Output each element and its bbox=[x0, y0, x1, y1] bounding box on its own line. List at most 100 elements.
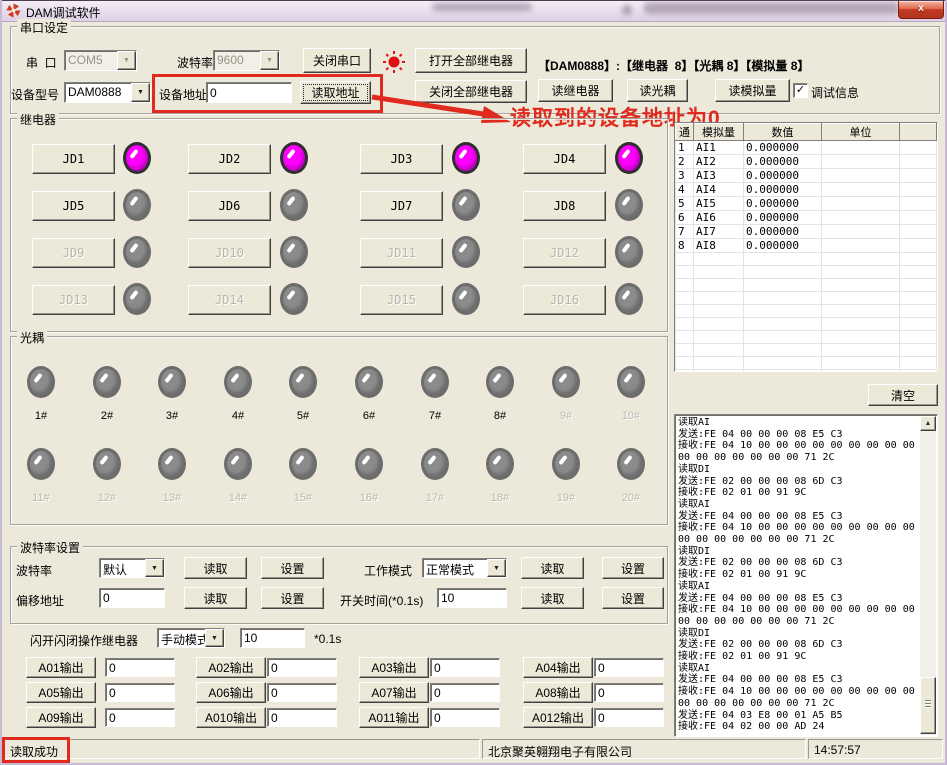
offset-address-label: 偏移地址 bbox=[16, 592, 64, 609]
output-button-a09[interactable]: A09输出 bbox=[26, 707, 96, 728]
close-icon: x bbox=[918, 3, 924, 14]
table-row bbox=[676, 331, 937, 344]
output-button-a010[interactable]: A010输出 bbox=[196, 707, 266, 728]
open-all-relays-button[interactable]: 打开全部继电器 bbox=[415, 48, 527, 73]
log-line: 接收:FE 04 10 00 00 00 00 00 00 00 00 00 bbox=[678, 604, 918, 616]
table-row bbox=[676, 292, 937, 305]
output-value-input-7[interactable] bbox=[430, 683, 500, 702]
chevron-down-icon: ▼ bbox=[131, 83, 150, 102]
opto-label-20#: 20# bbox=[606, 492, 656, 504]
opto-label-5#: 5# bbox=[278, 410, 328, 422]
table-header: 模拟量 bbox=[694, 124, 744, 141]
device-address-label: 设备地址 bbox=[159, 86, 207, 103]
output-value-input-2[interactable] bbox=[267, 658, 337, 677]
switch-time-set-button[interactable]: 设置 bbox=[602, 587, 664, 609]
relay-led-5 bbox=[123, 189, 151, 221]
output-button-a07[interactable]: A07输出 bbox=[359, 682, 429, 703]
read-opto-button[interactable]: 读光耦 bbox=[627, 79, 688, 102]
output-button-a03[interactable]: A03输出 bbox=[359, 657, 429, 678]
table-row: 8AI80.000000 bbox=[676, 239, 937, 253]
offset-address-input[interactable] bbox=[99, 588, 165, 608]
switch-time-read-button[interactable]: 读取 bbox=[521, 587, 584, 609]
offset-set-button[interactable]: 设置 bbox=[261, 587, 324, 609]
relay-led-14 bbox=[280, 283, 308, 315]
log-line: 接收:FE 04 10 00 00 00 00 00 00 00 00 00 bbox=[678, 440, 918, 452]
opto-led-4# bbox=[224, 366, 252, 398]
table-row bbox=[676, 344, 937, 357]
opto-led-20# bbox=[617, 448, 645, 480]
relay-button-jd2[interactable]: JD2 bbox=[188, 144, 271, 174]
log-line: 00 00 00 00 00 00 00 71 2C bbox=[678, 534, 918, 546]
read-address-button[interactable]: 读取地址 bbox=[300, 81, 371, 104]
log-scrollbar[interactable]: ▲ bbox=[920, 416, 936, 735]
clear-log-button[interactable]: 清空 bbox=[868, 384, 938, 406]
close-serial-button[interactable]: 关闭串口 bbox=[303, 48, 371, 73]
output-value-input-6[interactable] bbox=[267, 683, 337, 702]
work-mode-select[interactable]: 正常模式 ▼ bbox=[422, 558, 507, 578]
baud-setting-select[interactable]: 默认 ▼ bbox=[99, 558, 165, 578]
work-mode-read-button[interactable]: 读取 bbox=[521, 557, 584, 579]
relay-button-jd10: JD10 bbox=[188, 238, 271, 268]
flash-mode-select[interactable]: 手动模式 ▼ bbox=[157, 628, 225, 648]
relay-button-jd9: JD9 bbox=[32, 238, 115, 268]
opto-label-4#: 4# bbox=[213, 410, 263, 422]
read-relay-button[interactable]: 读继电器 bbox=[538, 79, 613, 102]
baud-read-button[interactable]: 读取 bbox=[184, 557, 247, 579]
flash-time-input[interactable] bbox=[240, 628, 305, 648]
offset-read-button[interactable]: 读取 bbox=[184, 587, 247, 609]
scroll-up-icon: ▲ bbox=[925, 420, 932, 427]
debug-info-checkbox[interactable]: ✓ bbox=[793, 83, 808, 98]
close-button[interactable]: x bbox=[898, 1, 944, 19]
output-value-input-5[interactable] bbox=[105, 683, 175, 702]
baudrate-select: 9600 ▼ bbox=[213, 50, 280, 71]
output-button-a05[interactable]: A05输出 bbox=[26, 682, 96, 703]
output-button-a02[interactable]: A02输出 bbox=[196, 657, 266, 678]
scroll-thumb[interactable] bbox=[920, 677, 936, 734]
output-button-a011[interactable]: A011输出 bbox=[359, 707, 429, 728]
output-button-a08[interactable]: A08输出 bbox=[523, 682, 593, 703]
log-line: 发送:FE 02 00 00 00 08 6D C3 bbox=[678, 557, 918, 569]
output-value-input-12[interactable] bbox=[594, 708, 664, 727]
output-value-input-8[interactable] bbox=[594, 683, 664, 702]
opto-led-8# bbox=[486, 366, 514, 398]
log-line: 读取DI bbox=[678, 628, 918, 640]
baud-settings-title: 波特率设置 bbox=[17, 539, 83, 556]
relay-button-jd4[interactable]: JD4 bbox=[523, 144, 606, 174]
model-select[interactable]: DAM0888 ▼ bbox=[64, 82, 151, 103]
work-mode-set-button[interactable]: 设置 bbox=[602, 557, 664, 579]
log-area[interactable]: 读取AI 发送:FE 04 00 00 00 08 E5 C3 接收:FE 04 1… bbox=[674, 414, 938, 737]
switch-time-input[interactable] bbox=[437, 588, 507, 608]
opto-led-13# bbox=[158, 448, 186, 480]
relay-button-jd5[interactable]: JD5 bbox=[32, 191, 115, 221]
relay-button-jd15: JD15 bbox=[360, 285, 443, 315]
relay-button-jd1[interactable]: JD1 bbox=[32, 144, 115, 174]
output-value-input-4[interactable] bbox=[594, 658, 664, 677]
device-address-input[interactable] bbox=[206, 82, 292, 103]
chevron-down-icon: ▼ bbox=[145, 559, 164, 577]
log-line: 接收:FE 04 10 00 00 00 00 00 00 00 00 00 bbox=[678, 522, 918, 534]
output-value-input-10[interactable] bbox=[267, 708, 337, 727]
output-value-input-1[interactable] bbox=[105, 658, 175, 677]
output-value-input-9[interactable] bbox=[105, 708, 175, 727]
relay-led-11 bbox=[452, 236, 480, 268]
relay-button-jd8[interactable]: JD8 bbox=[523, 191, 606, 221]
log-line: 发送:FE 04 00 00 00 08 E5 C3 bbox=[678, 674, 918, 686]
opto-label-2#: 2# bbox=[82, 410, 132, 422]
output-value-input-3[interactable] bbox=[430, 658, 500, 677]
flash-unit-label: *0.1s bbox=[314, 632, 341, 646]
log-line: 读取AI bbox=[678, 499, 918, 511]
relay-button-jd7[interactable]: JD7 bbox=[360, 191, 443, 221]
analog-table-panel: 通模拟量数值单位 1AI10.0000002AI20.0000003AI30.0… bbox=[674, 122, 938, 372]
relay-button-jd6[interactable]: JD6 bbox=[188, 191, 271, 221]
baud-set-button[interactable]: 设置 bbox=[261, 557, 324, 579]
table-row bbox=[676, 357, 937, 370]
output-button-a012[interactable]: A012输出 bbox=[523, 707, 593, 728]
output-button-a06[interactable]: A06输出 bbox=[196, 682, 266, 703]
read-analog-button[interactable]: 读模拟量 bbox=[715, 79, 790, 102]
output-button-a04[interactable]: A04输出 bbox=[523, 657, 593, 678]
relay-button-jd3[interactable]: JD3 bbox=[360, 144, 443, 174]
scroll-up-button[interactable]: ▲ bbox=[920, 416, 936, 431]
output-button-a01[interactable]: A01输出 bbox=[26, 657, 96, 678]
opto-label-11#: 11# bbox=[16, 492, 66, 504]
output-value-input-11[interactable] bbox=[430, 708, 500, 727]
